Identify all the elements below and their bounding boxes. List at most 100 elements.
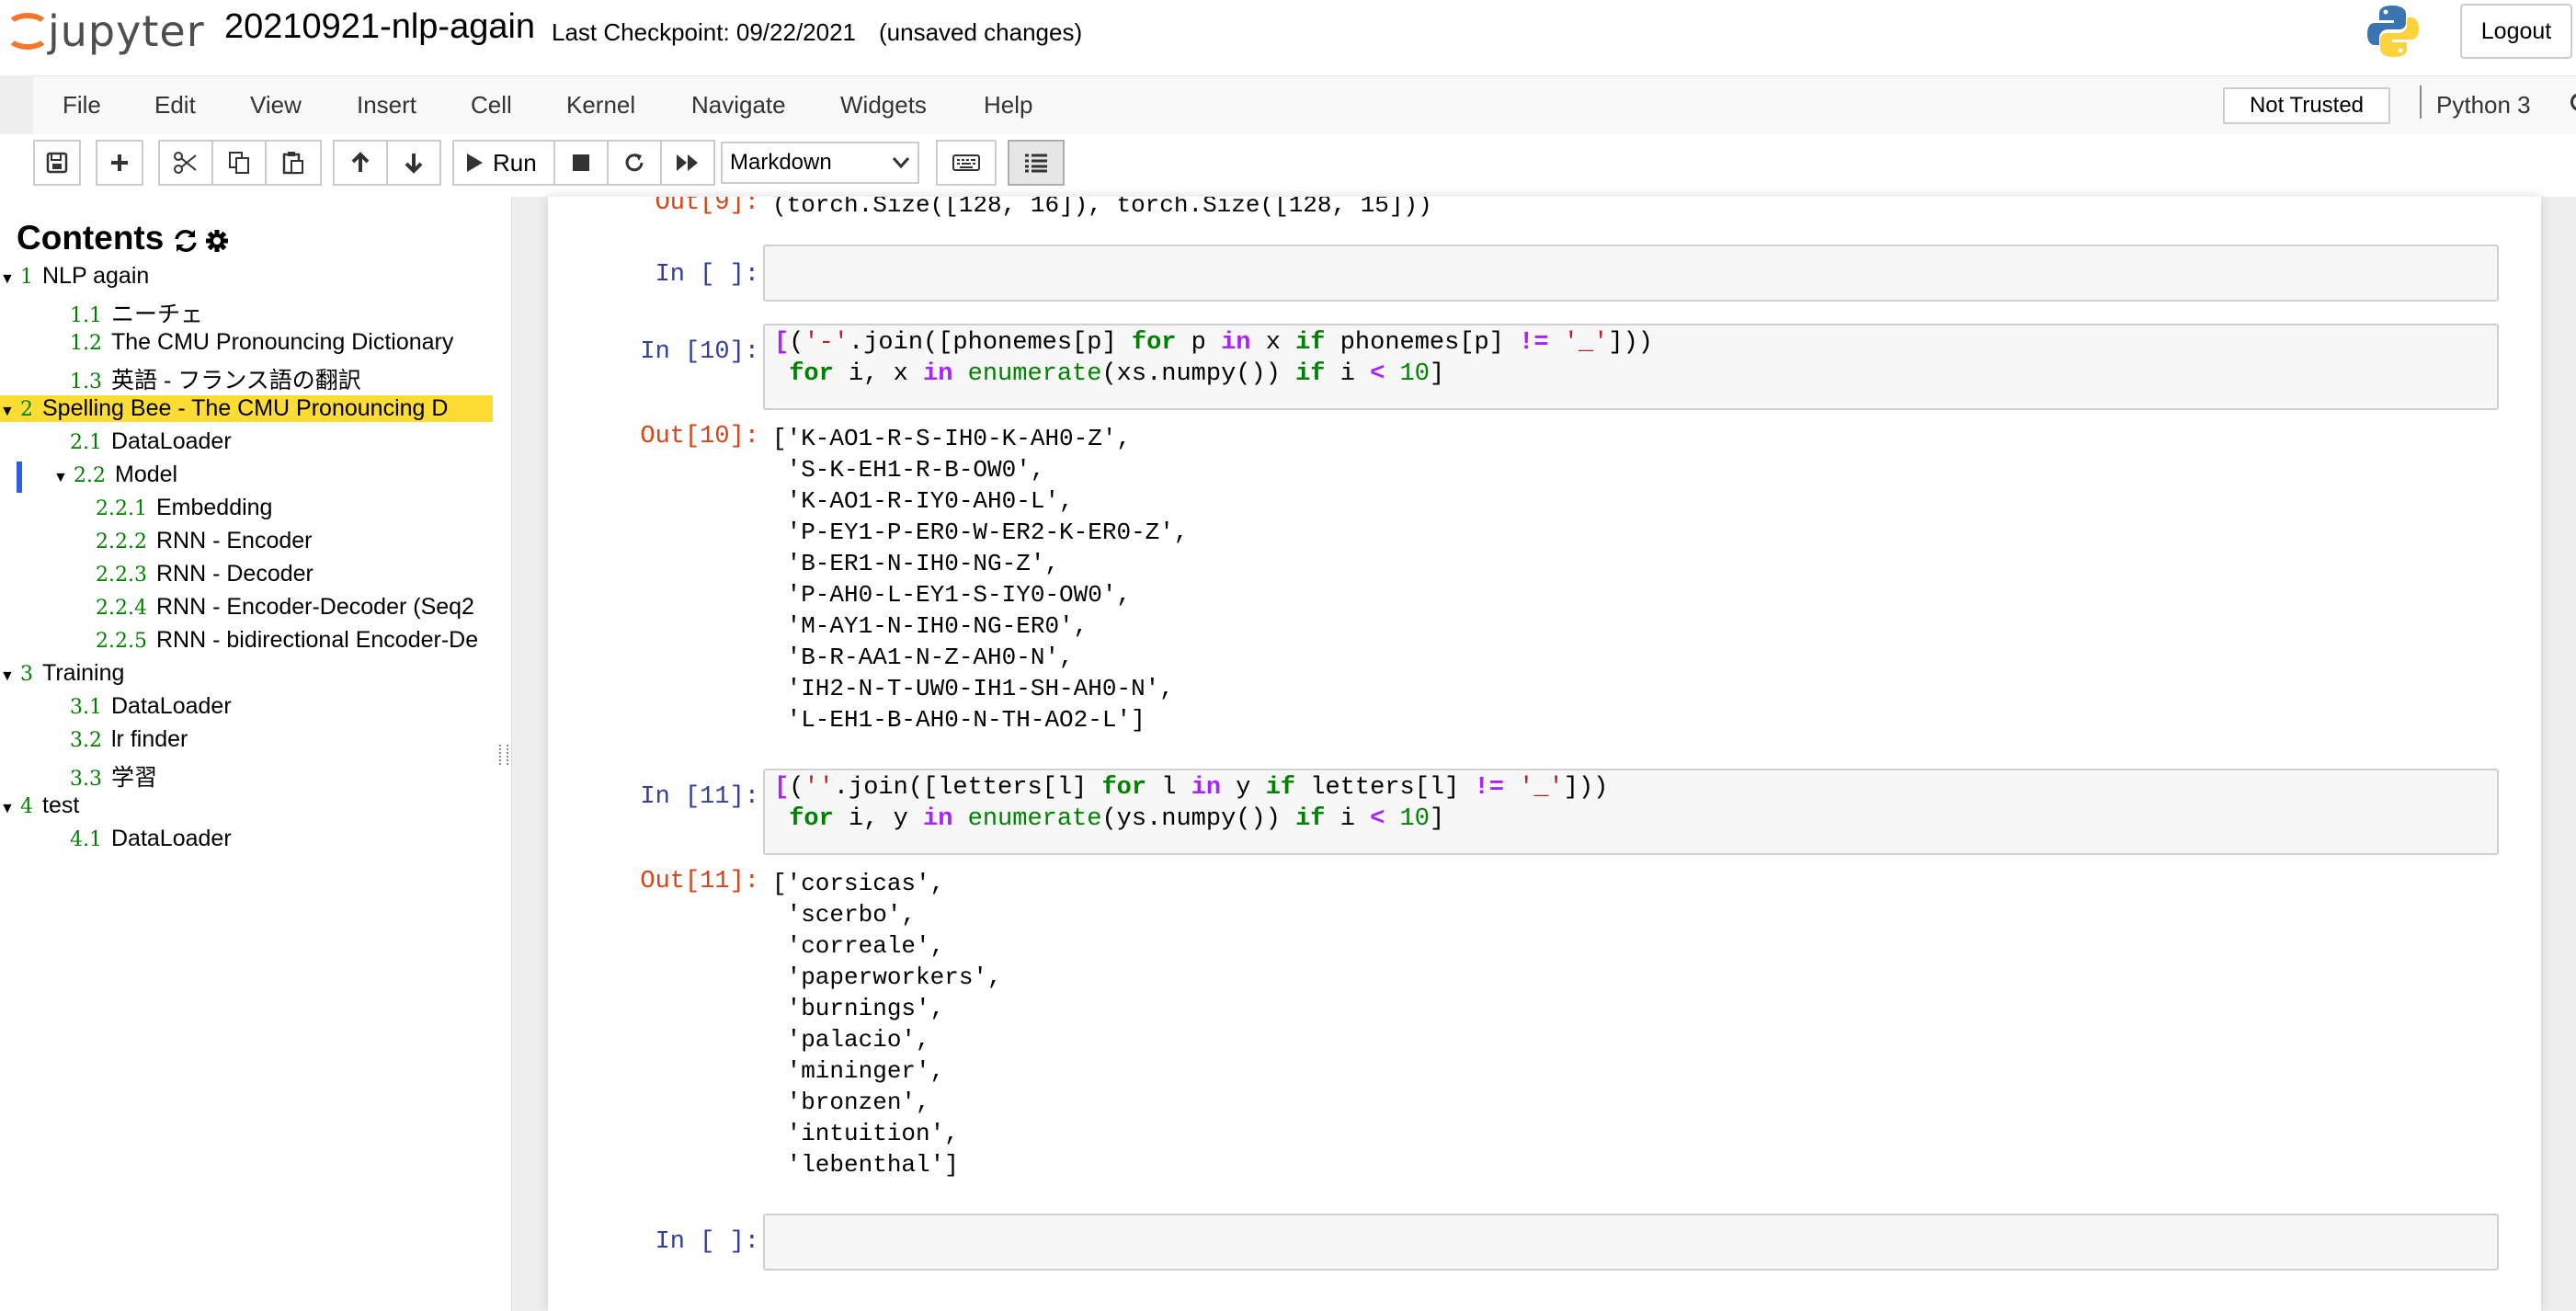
code-cell-empty[interactable] <box>763 245 2499 302</box>
restart-run-all-button[interactable] <box>660 140 715 186</box>
out-9-text: (torch.Size([128, 16]), torch.Size([128,… <box>772 197 1432 219</box>
toc-entry-label[interactable]: DataLoader <box>111 826 232 851</box>
toc-entry-label[interactable]: NLP again <box>42 263 149 289</box>
toc-entry[interactable]: 1.2 The CMU Pronouncing Dictionary <box>70 329 493 356</box>
toc-entry[interactable]: ▼ 4 test <box>0 792 493 819</box>
refresh-icon[interactable] <box>173 228 199 260</box>
toc-entry[interactable]: ▼ 3 Training <box>0 660 493 687</box>
paste-button[interactable] <box>265 140 322 186</box>
toc-entry[interactable]: 3.3 学習 <box>70 759 493 792</box>
code-11[interactable]: [(''.join([letters[l] for l in y if lett… <box>774 772 2488 835</box>
toc-entry-number: 2.2.4 <box>96 597 147 620</box>
interrupt-button[interactable] <box>553 140 609 186</box>
toc-entry[interactable]: ▼ 2.2 Model <box>53 462 493 488</box>
logout-button[interactable]: Logout <box>2460 4 2572 59</box>
out-10-text: ['K-AO1-R-S-IH0-K-AH0-Z', 'S-K-EH1-R-B-O… <box>772 425 1189 734</box>
restart-button[interactable] <box>607 140 662 186</box>
toc-entry-label[interactable]: RNN - Encoder-Decoder (Seq2 <box>156 594 474 620</box>
toc-panel: Contents ▼ 1 NLP again 1.1 ニーチェ 1.2 The CMU Pr… <box>0 197 512 1311</box>
collapse-caret-icon[interactable]: ▼ <box>53 470 74 486</box>
move-up-button[interactable] <box>333 140 388 186</box>
code-cell-11[interactable]: [(''.join([letters[l] for l in y if lett… <box>763 769 2499 855</box>
toc-entry-number: 4 <box>20 795 33 818</box>
toc-entry-label[interactable]: RNN - Decoder <box>156 561 313 587</box>
gear-icon[interactable] <box>204 228 230 260</box>
code-cell-10[interactable]: [('-'.join([phonemes[p] for p in x if ph… <box>763 324 2499 410</box>
toc-entry-label[interactable]: ニーチェ <box>111 302 203 327</box>
arrow-down-icon <box>405 154 423 174</box>
toc-entry-label[interactable]: Training <box>42 660 124 686</box>
play-icon <box>467 154 483 172</box>
toc-entry-label[interactable]: 学習 <box>111 765 157 791</box>
menu-kernel[interactable]: Kernel <box>566 91 635 120</box>
run-label: Run <box>493 148 537 177</box>
toc-resize-handle[interactable] <box>499 745 508 765</box>
toc-entry-number: 3.1 <box>70 696 102 719</box>
arrow-up-icon <box>351 152 370 172</box>
toc-entry[interactable]: 3.2 lr finder <box>70 726 493 753</box>
toc-entry[interactable]: 2.2.4 RNN - Encoder-Decoder (Seq2 <box>96 594 493 621</box>
menu-help[interactable]: Help <box>984 91 1032 120</box>
toc-entry-number: 2.2.5 <box>96 630 147 653</box>
code-10[interactable]: [('-'.join([phonemes[p] for p in x if ph… <box>774 327 2488 390</box>
plus-icon <box>111 154 128 171</box>
toc-entry-label[interactable]: Spelling Bee - The CMU Pronouncing D <box>42 395 448 421</box>
cut-button[interactable] <box>158 140 213 186</box>
insert-cell-button[interactable] <box>96 140 143 186</box>
python-logo-icon <box>2367 6 2419 57</box>
toc-entry-label[interactable]: DataLoader <box>111 428 232 454</box>
checkpoint-status: Last Checkpoint: 09/22/2021 <box>552 18 857 46</box>
cell-type-select[interactable]: Markdown <box>721 142 919 184</box>
menu-navigate[interactable]: Navigate <box>691 91 786 120</box>
code-cell-empty-2[interactable] <box>763 1214 2499 1271</box>
run-button[interactable]: Run <box>452 140 555 186</box>
toc-entry-label[interactable]: Embedding <box>156 495 272 520</box>
toc-entry[interactable]: 3.1 DataLoader <box>70 693 493 720</box>
toc-toggle-button[interactable] <box>1008 140 1065 186</box>
toc-entry[interactable]: 1.1 ニーチェ <box>70 296 493 329</box>
menu-cell[interactable]: Cell <box>471 91 512 120</box>
toc-entry-label[interactable]: RNN - Encoder <box>156 528 313 553</box>
toc-entry-label[interactable]: DataLoader <box>111 693 232 719</box>
menu-file[interactable]: File <box>63 91 101 120</box>
toc-entry[interactable]: 1.3 英語 - フランス語の翻訳 <box>70 362 493 395</box>
collapse-caret-icon[interactable]: ▼ <box>0 668 20 685</box>
menu-edit[interactable]: Edit <box>154 91 196 120</box>
toc-entry-number: 1.2 <box>70 332 102 355</box>
save-button[interactable] <box>33 140 81 186</box>
toc-entry[interactable]: ▼ 1 NLP again <box>0 263 493 290</box>
toc-entry[interactable]: 2.2.5 RNN - bidirectional Encoder-De <box>96 627 493 654</box>
collapse-caret-icon[interactable]: ▼ <box>0 404 20 420</box>
menu-view[interactable]: View <box>250 91 302 120</box>
command-palette-button[interactable] <box>936 140 997 186</box>
toc-entry-label[interactable]: test <box>42 792 79 818</box>
chevron-down-icon <box>892 157 910 169</box>
menubar: File Edit View Insert Cell Kernel Naviga… <box>33 75 2576 136</box>
toc-entry-label[interactable]: The CMU Pronouncing Dictionary <box>111 329 453 355</box>
toc-entry-label[interactable]: Model <box>115 462 177 487</box>
menu-insert[interactable]: Insert <box>357 91 416 120</box>
not-trusted-button[interactable]: Not Trusted <box>2223 87 2390 124</box>
in-empty2-prompt: In [ ]: <box>655 1228 759 1256</box>
toc-entry[interactable]: 2.1 DataLoader <box>70 428 493 455</box>
copy-button[interactable] <box>211 140 267 186</box>
menu-widgets[interactable]: Widgets <box>840 91 927 120</box>
toc-entry[interactable]: ▼ 2 Spelling Bee - The CMU Pronouncing D <box>0 395 493 422</box>
toc-entry[interactable]: 4.1 DataLoader <box>70 826 493 852</box>
jupyter-logo[interactable]: jupyter <box>6 6 205 57</box>
kernel-name: Python 3 <box>2436 91 2531 119</box>
toc-entry-label[interactable]: lr finder <box>111 726 188 752</box>
stop-icon <box>573 154 589 171</box>
notebook-name[interactable]: 20210921-nlp-again <box>224 7 535 47</box>
collapse-caret-icon[interactable]: ▼ <box>0 801 20 817</box>
toc-entry-label[interactable]: 英語 - フランス語の翻訳 <box>111 368 361 393</box>
toolbar: Run Markdown <box>0 134 2576 197</box>
toc-entry[interactable]: 2.2.1 Embedding <box>96 495 493 521</box>
cell-type-value: Markdown <box>730 150 832 175</box>
collapse-caret-icon[interactable]: ▼ <box>0 271 20 288</box>
toc-entry-number: 2.2.3 <box>96 564 147 587</box>
toc-entry[interactable]: 2.2.3 RNN - Decoder <box>96 561 493 587</box>
toc-entry-label[interactable]: RNN - bidirectional Encoder-De <box>156 627 478 653</box>
toc-entry[interactable]: 2.2.2 RNN - Encoder <box>96 528 493 554</box>
move-down-button[interactable] <box>386 140 441 186</box>
